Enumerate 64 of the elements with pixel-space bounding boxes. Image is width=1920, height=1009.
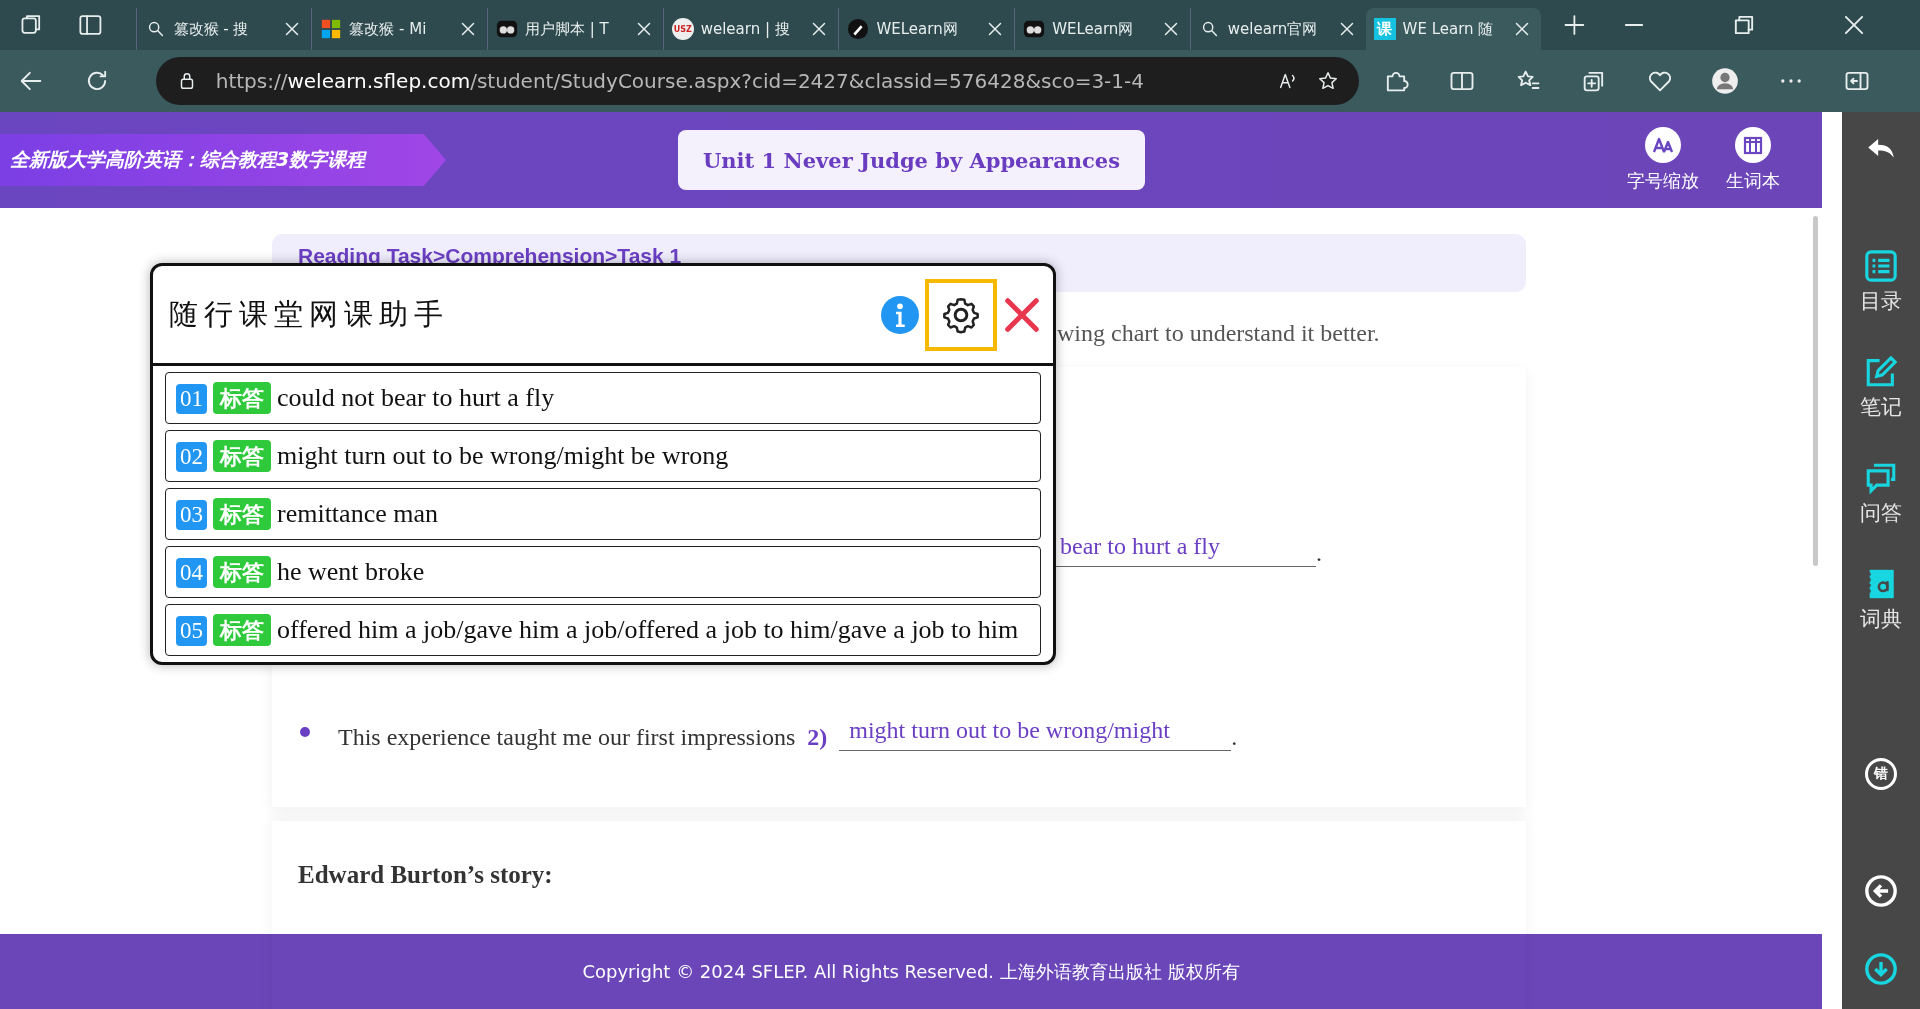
address-bar[interactable]: https://welearn.sflep.com/student/StudyCourse.aspx?cid=2427&classid=576428&sco=3-1-4 xyxy=(155,57,1360,105)
settings-button[interactable] xyxy=(925,278,997,351)
url-text: https://welearn.sflep.com/student/StudyCourse.aspx?cid=2427&classid=576428&sco=3-1-4 xyxy=(215,69,1145,93)
header-tool[interactable]: 生词本 xyxy=(1715,127,1791,193)
sentence-text: This experience taught me our first impressions xyxy=(338,724,796,751)
mistakes-button[interactable]: 错 xyxy=(1865,758,1897,790)
sidebar-item[interactable]: 问答 xyxy=(1860,461,1902,527)
down-circle-icon[interactable] xyxy=(1864,952,1898,986)
tab-title: WELearn网 xyxy=(876,19,959,39)
tab-title: welearn | 搜 xyxy=(700,19,791,39)
avatar-icon[interactable] xyxy=(1711,67,1740,95)
answer-number: 01 xyxy=(176,384,207,414)
tab-title: 篡改猴 - 搜 xyxy=(173,19,250,39)
bullet-icon xyxy=(300,727,310,737)
answer-tag: 标答 xyxy=(213,614,271,646)
browser-tab[interactable]: 课 WE Learn 随 xyxy=(1365,8,1542,50)
answer-tag: 标答 xyxy=(213,498,271,530)
course-banner: 全新版大学高阶英语：综合教程3数字课程 xyxy=(0,134,446,186)
info-icon[interactable] xyxy=(881,295,919,334)
star-icon[interactable] xyxy=(1317,70,1340,92)
chat-icon xyxy=(1864,461,1898,495)
answer-text: might turn out to be wrong/might be wrong xyxy=(277,441,729,470)
tab-title: WE Learn 随 xyxy=(1402,19,1495,39)
four-squares-icon xyxy=(320,18,343,40)
copyright-text: Copyright © 2024 SFLEP. All Rights Reserved. 上海外语教育出版社 版权所有 xyxy=(582,959,1240,984)
font-size-icon xyxy=(1645,127,1681,163)
back-circle-icon[interactable] xyxy=(1864,874,1898,908)
answer-number: 02 xyxy=(176,442,207,472)
sidebar-item[interactable]: 笔记 xyxy=(1860,355,1902,421)
tab-title: 用户脚本 | T xyxy=(524,19,610,39)
two-circles-icon xyxy=(1023,18,1046,40)
answer-tag: 标答 xyxy=(213,382,271,414)
answer-number: 04 xyxy=(176,558,207,588)
two-circles-icon xyxy=(495,18,518,40)
blank-number: 2) xyxy=(807,724,828,751)
answer-tag: 标答 xyxy=(213,440,271,472)
answer-text: could not bear to hurt a fly xyxy=(277,383,555,412)
instruction-text: wing chart to understand it better. xyxy=(1057,320,1380,347)
panel-title: 随行课堂网课助手 xyxy=(169,295,449,333)
answer-number: 03 xyxy=(176,500,207,530)
answer-text: he went broke xyxy=(277,557,425,586)
tab-title: WELearn网 xyxy=(1052,19,1135,39)
header-tool[interactable]: 字号缩放 xyxy=(1625,127,1701,193)
sidebar-item[interactable]: 目录 xyxy=(1860,249,1902,315)
unit-title: Unit 1 Never Judge by Appearances xyxy=(678,130,1145,190)
section-heading: Edward Burton’s story: xyxy=(298,861,554,889)
sentence-end: . xyxy=(1231,724,1238,751)
pen-icon xyxy=(847,18,870,40)
answer-text: remittance man xyxy=(277,499,438,528)
sidebar-item[interactable]: 词典 xyxy=(1860,567,1902,633)
scrollbar-thumb[interactable] xyxy=(1812,216,1818,566)
answer-field[interactable]: might turn out to be wrong/might xyxy=(839,717,1232,751)
list-icon xyxy=(1864,249,1898,283)
answer-text: offered him a job/gave him a job/offered a job to him/gave a job to him xyxy=(277,615,1019,644)
sentence-end: . xyxy=(1316,540,1322,567)
answer-tag: 标答 xyxy=(213,556,271,588)
favicon: 课 xyxy=(1373,18,1396,40)
edit-icon xyxy=(1864,355,1898,389)
tab-title: welearn官网 xyxy=(1227,19,1319,39)
answer-number: 05 xyxy=(176,616,207,646)
book-icon xyxy=(1735,127,1771,163)
close-icon[interactable] xyxy=(1003,295,1041,334)
tab-title: 篡改猴 - Mi xyxy=(349,19,428,39)
favicon: USZ xyxy=(671,18,694,40)
